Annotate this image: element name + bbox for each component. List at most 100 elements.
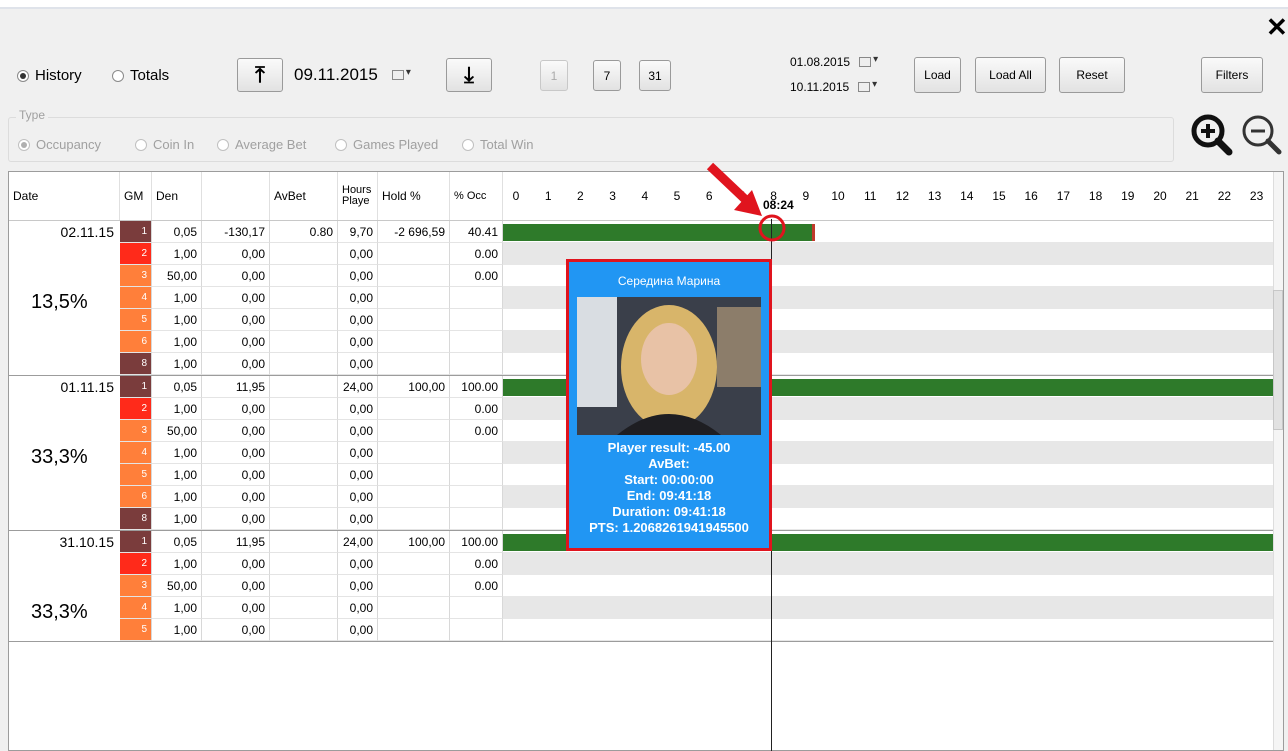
cell-val: 11,95: [202, 531, 270, 553]
cell-den: 0,05: [152, 221, 202, 243]
radio-totals-label: Totals: [130, 67, 170, 84]
timeline-track[interactable]: [503, 221, 1283, 243]
table-row[interactable]: 1 0,05 -130,17 0.80 9,70 -2 696,59 40.41: [9, 221, 1283, 243]
radio-history[interactable]: History: [17, 67, 82, 84]
days-7-button[interactable]: 7: [593, 60, 621, 91]
close-icon[interactable]: ✕: [1266, 14, 1288, 40]
load-all-label: Load All: [989, 68, 1032, 82]
range-from-picker[interactable]: 01.08.2015: [790, 54, 878, 69]
hour-label-10: 10: [831, 189, 845, 203]
scrollbar-thumb[interactable]: [1273, 290, 1283, 430]
cell-hold: [378, 287, 450, 309]
cell-den: 0,05: [152, 376, 202, 398]
days-1-button[interactable]: 1: [540, 60, 568, 91]
days-31-button[interactable]: 31: [639, 60, 671, 91]
date-value: 09.11.2015: [294, 65, 378, 84]
table-row[interactable]: 5 1,00 0,00 0,00: [9, 619, 1283, 641]
type-average-bet-radio[interactable]: Average Bet: [217, 137, 306, 152]
type-games-played-radio[interactable]: Games Played: [335, 137, 438, 152]
calendar-icon[interactable]: [391, 67, 411, 80]
cell-occ: [450, 331, 503, 353]
cell-hold: -2 696,59: [378, 221, 450, 243]
type-coin-in-radio[interactable]: Coin In: [135, 137, 194, 152]
filters-label: Filters: [1215, 68, 1249, 82]
cell-avbet: [270, 597, 338, 619]
grid-header: Date GM Den AvBet Hours Playe Hold % % O…: [9, 172, 1283, 221]
timeline-track[interactable]: [503, 553, 1283, 575]
col-hours-played-header[interactable]: Hours Playe: [338, 172, 378, 220]
table-row[interactable]: 2 1,00 0,00 0,00 0.00: [9, 553, 1283, 575]
type-label: Type: [16, 108, 49, 122]
cell-gm: 3: [120, 420, 152, 442]
col-value-header[interactable]: [202, 172, 270, 220]
timeline-track[interactable]: [503, 575, 1283, 597]
hour-label-22: 22: [1217, 189, 1232, 203]
cell-val: 0,00: [202, 309, 270, 331]
type-option-label: Average Bet: [235, 137, 307, 152]
load-all-button[interactable]: Load All: [975, 57, 1046, 93]
col-hold-header[interactable]: Hold %: [378, 172, 450, 220]
cell-hold: [378, 486, 450, 508]
cell-den: 1,00: [152, 464, 202, 486]
cell-gm: 4: [120, 442, 152, 464]
cell-gm: 2: [120, 243, 152, 265]
cell-den: 1,00: [152, 331, 202, 353]
col-avbet-header[interactable]: AvBet: [270, 172, 338, 220]
cell-den: 50,00: [152, 575, 202, 597]
col-occ-header[interactable]: % Occ: [450, 172, 503, 220]
player-info-line: PTS: 1.2068261941945500: [589, 520, 749, 535]
cell-hours: 0,00: [338, 575, 378, 597]
cell-gm: 2: [120, 553, 152, 575]
calendar-icon[interactable]: [858, 79, 877, 92]
calendar-icon[interactable]: [859, 54, 878, 67]
radio-dot-icon: [17, 69, 29, 82]
reset-button[interactable]: Reset: [1059, 57, 1125, 93]
cell-avbet: [270, 243, 338, 265]
filters-button[interactable]: Filters: [1201, 57, 1263, 93]
cell-occ: [450, 309, 503, 331]
cell-hold: [378, 464, 450, 486]
hour-label-13: 13: [927, 189, 942, 203]
player-photo-icon: [577, 297, 761, 435]
col-date-header[interactable]: Date: [9, 172, 120, 220]
cell-hold: [378, 353, 450, 375]
table-row[interactable]: 4 1,00 0,00 0,00: [9, 597, 1283, 619]
timeline-track[interactable]: [503, 619, 1283, 641]
date-picker[interactable]: 09.11.2015: [294, 65, 411, 85]
cell-hours: 0,00: [338, 353, 378, 375]
cell-gm: 1: [120, 376, 152, 398]
zoom-out-icon[interactable]: [1240, 113, 1284, 157]
zoom-in-icon[interactable]: [1190, 113, 1234, 157]
radio-dot-icon: [112, 69, 124, 82]
load-button[interactable]: Load: [914, 57, 961, 93]
radio-totals[interactable]: Totals: [112, 67, 169, 84]
type-total-win-radio[interactable]: Total Win: [462, 137, 533, 152]
col-den-header[interactable]: Den: [152, 172, 202, 220]
cell-gm: 1: [120, 531, 152, 553]
date-up-button[interactable]: ⤒: [237, 58, 283, 92]
cell-occ: [450, 442, 503, 464]
cell-val: 0,00: [202, 243, 270, 265]
cell-gm: 6: [120, 331, 152, 353]
range-to-picker[interactable]: 10.11.2015: [790, 79, 877, 94]
cell-avbet: [270, 619, 338, 641]
date-down-button[interactable]: ⤓: [446, 58, 492, 92]
hour-label-0: 0: [512, 189, 520, 203]
reset-label: Reset: [1076, 68, 1108, 82]
timeline-track[interactable]: [503, 597, 1283, 619]
player-info-line: Player result: -45.00: [607, 440, 731, 455]
radio-dot-icon: [18, 138, 30, 151]
player-tooltip: Середина Марина Player result: -45.00 AvB…: [566, 259, 772, 551]
cell-avbet: [270, 442, 338, 464]
cell-den: 50,00: [152, 265, 202, 287]
days-7-label: 7: [603, 68, 611, 83]
cell-den: 1,00: [152, 442, 202, 464]
hour-label-14: 14: [960, 189, 974, 203]
group-separator: [9, 641, 1283, 642]
hour-label-15: 15: [992, 189, 1006, 203]
table-row[interactable]: 3 50,00 0,00 0,00 0.00: [9, 575, 1283, 597]
type-occupancy-radio[interactable]: Occupancy: [18, 137, 101, 152]
vertical-scrollbar[interactable]: [1273, 172, 1283, 750]
cell-den: 0,05: [152, 531, 202, 553]
col-gm-header[interactable]: GM: [120, 172, 152, 220]
